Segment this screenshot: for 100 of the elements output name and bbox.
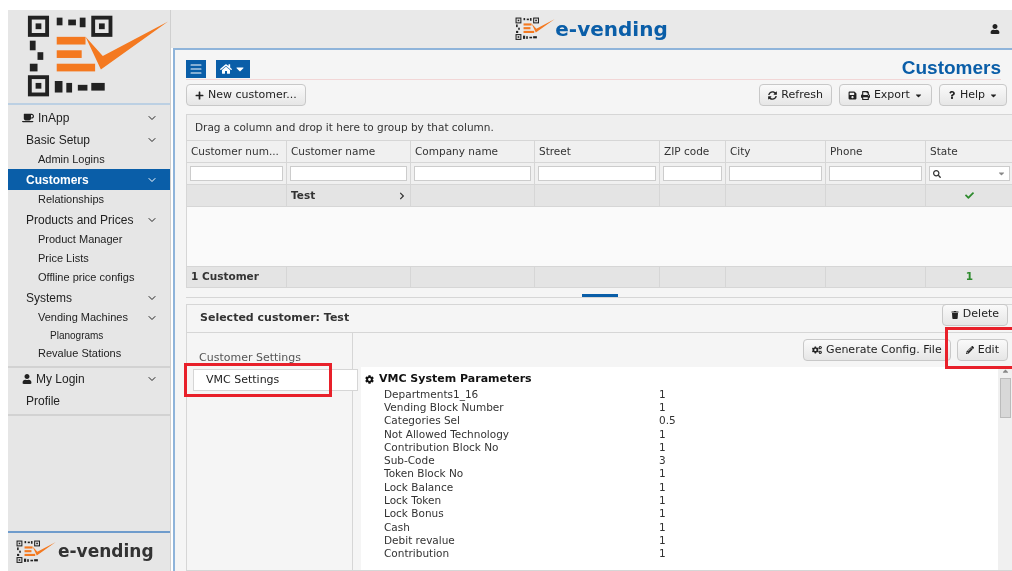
- group-hint: Drag a column and drop it here to group by that column.: [187, 115, 1012, 141]
- sidebar-item[interactable]: Basic Setup: [8, 129, 170, 150]
- sidebar-item[interactable]: Systems: [8, 287, 170, 308]
- parameter-name: Sub-Code: [384, 454, 436, 468]
- filter-field[interactable]: [190, 166, 283, 181]
- column-header[interactable]: Phone: [826, 141, 926, 162]
- parameter-value: 0.5: [659, 414, 676, 428]
- parameter-value: 1: [659, 467, 666, 481]
- table-cell-text: Test: [291, 187, 316, 203]
- parameter-value: 1: [659, 400, 666, 414]
- sidebar-item[interactable]: Price Lists: [8, 249, 170, 268]
- scrollbar[interactable]: [998, 367, 1012, 570]
- page-title: Customers: [901, 56, 1001, 81]
- parameter-value: 1: [659, 533, 666, 547]
- home-icon: [220, 62, 232, 75]
- sidebar-item[interactable]: Planograms: [8, 327, 170, 344]
- parameter-value: 1: [659, 520, 666, 534]
- parameter-value: 1: [659, 507, 666, 521]
- parameter-value: 1: [659, 480, 666, 494]
- parameter-name: Contribution Block No: [384, 440, 500, 454]
- gears-icon: [812, 345, 823, 355]
- print-icon: [860, 90, 870, 100]
- pencil-icon: [965, 346, 974, 354]
- filter-field[interactable]: [290, 166, 407, 181]
- filter-dropdown[interactable]: [929, 166, 1010, 181]
- parameter-name: Lock Bonus: [384, 507, 445, 521]
- sidebar-item[interactable]: Admin Logins: [8, 150, 170, 169]
- brand-name: e-vending: [58, 540, 154, 564]
- parameter-value: 1: [659, 427, 666, 441]
- column-header[interactable]: Company name: [411, 141, 535, 162]
- save-icon: [847, 90, 857, 100]
- column-header[interactable]: State: [926, 141, 1012, 162]
- generate-config-button[interactable]: Generate Config. File: [803, 339, 951, 361]
- scroll-up-icon[interactable]: [1000, 367, 1010, 376]
- scrollbar-thumb[interactable]: [999, 378, 1011, 418]
- column-header[interactable]: ZIP code: [660, 141, 726, 162]
- brand-name: e-vending: [555, 16, 668, 43]
- edit-button[interactable]: Edit: [956, 339, 1008, 361]
- search-icon: [933, 169, 941, 178]
- chevron-icon: [398, 191, 406, 200]
- filter-field[interactable]: [663, 166, 722, 181]
- parameter-value: 1: [659, 547, 666, 561]
- delete-button[interactable]: Delete: [941, 303, 1008, 326]
- refresh-icon: [768, 90, 778, 100]
- parameter-name: Departments1_16: [384, 387, 480, 401]
- column-header[interactable]: Customer num...: [187, 141, 287, 162]
- column-header[interactable]: Street: [535, 141, 660, 162]
- parameter-value: 1: [659, 440, 666, 454]
- logo-icon: [16, 540, 56, 564]
- grid-row[interactable]: Test: [187, 185, 1012, 207]
- user-icon: [22, 374, 32, 384]
- caret-icon: [997, 169, 1006, 178]
- sidebar-item[interactable]: Product Manager: [8, 230, 170, 249]
- settings-tab[interactable]: VMC Settings: [193, 369, 358, 391]
- parameter-name: Debit revalue: [384, 533, 456, 547]
- grid-footer-total: 1: [965, 269, 974, 285]
- parameter-name: Not Allowed Technology: [384, 427, 511, 441]
- question-icon: [947, 91, 956, 99]
- help-button[interactable]: Help: [938, 84, 1007, 106]
- column-header[interactable]: City: [726, 141, 826, 162]
- filter-field[interactable]: [829, 166, 922, 181]
- detail-title: Selected customer: Test: [200, 310, 350, 327]
- sidebar-item[interactable]: Profile: [8, 390, 170, 411]
- sidebar-item[interactable]: Relationships: [8, 190, 170, 209]
- filter-field[interactable]: [729, 166, 822, 181]
- parameter-name: Lock Balance: [384, 480, 455, 494]
- trash-icon: [950, 310, 959, 319]
- user-icon[interactable]: [990, 24, 1000, 34]
- plus-icon: [195, 90, 204, 100]
- sidebar-item[interactable]: Vending Machines: [8, 308, 170, 327]
- logo-icon: [515, 17, 556, 41]
- parameter-name: Vending Block Number: [384, 400, 505, 414]
- list-button[interactable]: [186, 59, 206, 78]
- section-title: VMC System Parameters: [379, 371, 532, 387]
- sidebar-item[interactable]: Customers: [8, 169, 170, 190]
- sidebar-item[interactable]: Offline price configs: [8, 268, 170, 287]
- column-header[interactable]: Customer name: [287, 141, 411, 162]
- sidebar-item[interactable]: Revalue Stations: [8, 344, 170, 363]
- parameter-name: Lock Token: [384, 494, 443, 507]
- grid-footer-count: 1 Customer: [191, 269, 259, 285]
- filter-field[interactable]: [538, 166, 656, 181]
- parameter-name: Token Block No: [384, 467, 465, 481]
- refresh-button[interactable]: Refresh: [759, 84, 832, 106]
- settings-tab[interactable]: Customer Settings: [187, 347, 352, 369]
- parameter-name: Contribution: [384, 547, 451, 561]
- new-customer-button[interactable]: New customer...: [186, 84, 306, 106]
- home-menu-button[interactable]: [216, 59, 250, 78]
- sidebar-item[interactable]: Products and Prices: [8, 209, 170, 230]
- sidebar-item[interactable]: My Login: [8, 368, 170, 390]
- filter-field[interactable]: [414, 166, 531, 181]
- parameter-name: Categories Sel: [384, 414, 461, 428]
- sidebar-item[interactable]: InApp: [8, 107, 170, 129]
- cup-icon: [22, 112, 34, 124]
- parameter-value: 3: [659, 454, 666, 468]
- splitter-handle[interactable]: [581, 294, 618, 297]
- parameter-name: Cash: [384, 520, 411, 534]
- parameter-value: 1: [659, 494, 666, 507]
- export-button[interactable]: Export: [838, 84, 932, 106]
- gear-icon: [365, 374, 374, 384]
- parameter-value: 1: [659, 387, 666, 401]
